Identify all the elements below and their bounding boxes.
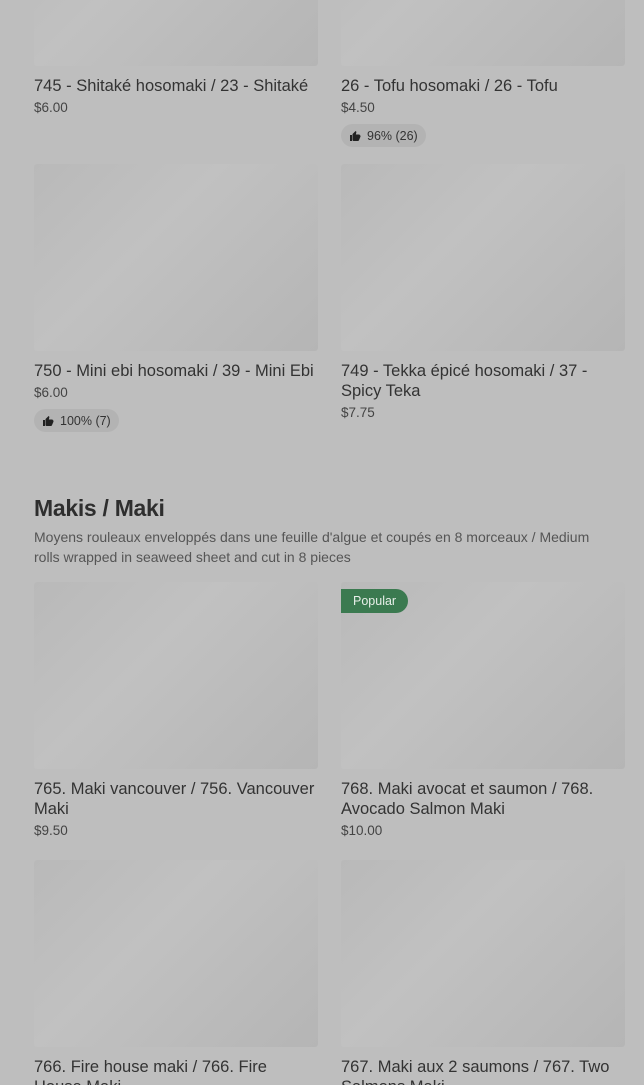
menu-item-card[interactable]: 749 - Tekka épicé hosomaki / 37 - Spicy … (341, 164, 625, 421)
section-description: Moyens rouleaux enveloppés dans une feui… (34, 529, 590, 565)
popular-badge: Popular (341, 589, 409, 613)
menu-page: 745 - Shitaké hosomaki / 23 - Shitaké $6… (0, 0, 644, 1085)
item-title: 768. Maki avocat et saumon / 768. Avocad… (341, 780, 594, 818)
rating-text: 96% (26) (367, 128, 418, 143)
menu-item-card[interactable]: Popular 768. Maki avocat et saumon / 768… (341, 582, 625, 839)
menu-item-card[interactable]: 750 - Mini ebi hosomaki / 39 - Mini Ebi … (34, 164, 318, 432)
item-image (34, 164, 318, 351)
rating-text: 100% (7) (60, 413, 111, 428)
item-price: $7.75 (341, 405, 375, 420)
section-title: Makis / Maki (34, 495, 165, 521)
item-title: 749 - Tekka épicé hosomaki / 37 - Spicy … (341, 362, 588, 400)
item-title: 766. Fire house maki / 766. Fire House M… (34, 1058, 267, 1085)
item-price: $6.00 (34, 385, 68, 400)
item-image (341, 860, 625, 1047)
menu-item-card[interactable]: 26 - Tofu hosomaki / 26 - Tofu $4.50 96%… (341, 0, 625, 147)
menu-item-card[interactable]: 767. Maki aux 2 saumons / 767. Two Salmo… (341, 860, 625, 1085)
item-image: Popular (341, 582, 625, 769)
thumbs-up-icon (350, 130, 361, 141)
item-price: $9.50 (34, 823, 68, 838)
item-title: 745 - Shitaké hosomaki / 23 - Shitaké (34, 77, 309, 95)
item-image (341, 164, 625, 351)
item-price: $6.00 (34, 100, 68, 115)
item-image (34, 0, 318, 66)
rating-badge: 100% (7) (34, 409, 119, 432)
menu-item-card[interactable]: 745 - Shitaké hosomaki / 23 - Shitaké $6… (34, 0, 318, 116)
rating-badge: 96% (26) (341, 124, 426, 147)
item-title: 750 - Mini ebi hosomaki / 39 - Mini Ebi (34, 362, 314, 380)
item-image (341, 0, 625, 66)
menu-item-card[interactable]: 766. Fire house maki / 766. Fire House M… (34, 860, 318, 1085)
menu-item-card[interactable]: 765. Maki vancouver / 756. Vancouver Mak… (34, 582, 318, 839)
item-image (34, 582, 318, 769)
item-title: 765. Maki vancouver / 756. Vancouver Mak… (34, 780, 315, 818)
item-price: $10.00 (341, 823, 383, 838)
item-title: 767. Maki aux 2 saumons / 767. Two Salmo… (341, 1058, 610, 1085)
thumbs-up-icon (43, 415, 54, 426)
item-title: 26 - Tofu hosomaki / 26 - Tofu (341, 77, 558, 95)
item-image (34, 860, 318, 1047)
item-price: $4.50 (341, 100, 375, 115)
